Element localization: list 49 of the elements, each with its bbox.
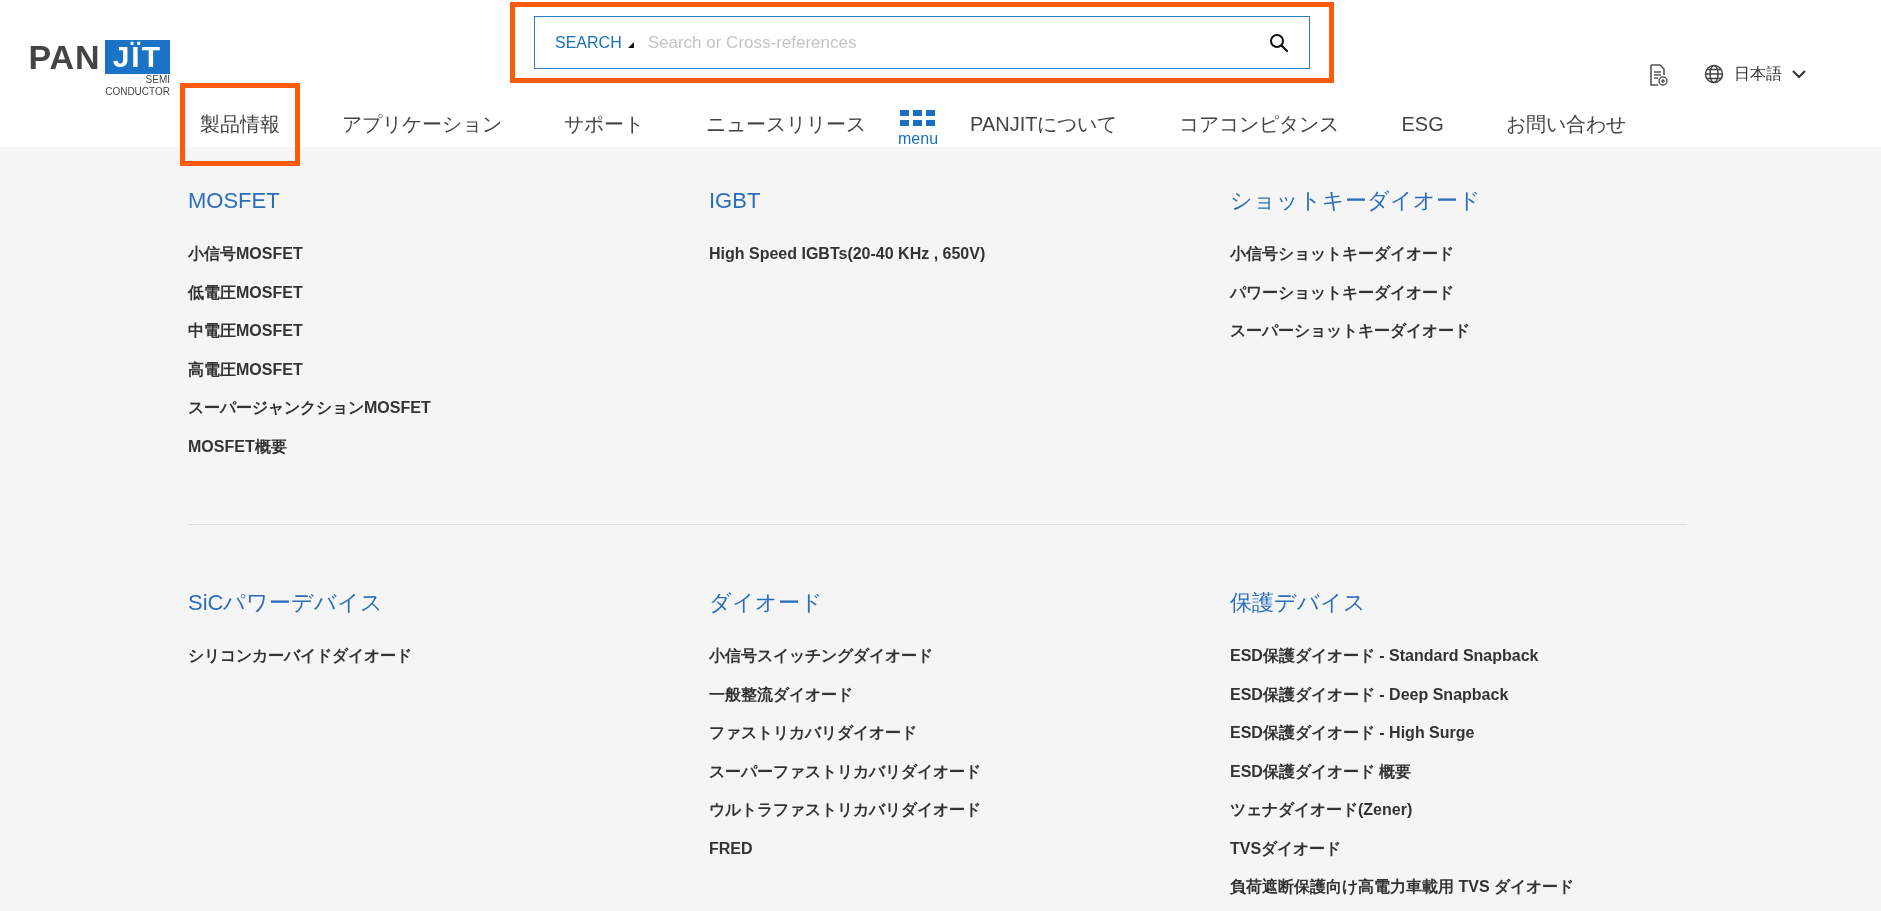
category-link[interactable]: 中電圧MOSFET <box>188 320 303 342</box>
nav-link[interactable]: 製品情報 <box>180 83 300 166</box>
category-link[interactable]: ESD保護ダイオード 概要 <box>1230 760 1412 783</box>
category-link[interactable]: ESD保護ダイオード - High Surge <box>1230 722 1475 744</box>
nav-link[interactable]: コアコンピタンス <box>1159 83 1360 166</box>
language-selector[interactable]: 日本語 <box>1704 63 1806 85</box>
globe-icon <box>1704 64 1724 84</box>
grid-icon <box>900 109 936 126</box>
category-heading[interactable]: ショットキーダイオード <box>1230 187 1481 215</box>
category-link[interactable]: 負荷遮断保護向け高電力車載用 TVS ダイオード <box>1230 876 1574 898</box>
chevron-down-icon <box>1792 69 1806 79</box>
category-heading[interactable]: MOSFET <box>188 187 280 215</box>
category-link[interactable]: 小信号MOSFET <box>188 243 303 265</box>
caret-icon <box>627 41 634 48</box>
category-link[interactable]: シリコンカーバイドダイオード <box>188 645 412 667</box>
category-link[interactable]: パワーショットキーダイオード <box>1230 281 1454 304</box>
category-link[interactable]: MOSFET概要 <box>188 435 287 458</box>
search-icon[interactable] <box>1269 32 1289 53</box>
category-link[interactable]: 低電圧MOSFET <box>188 281 303 304</box>
category-link[interactable]: 高電圧MOSFET <box>188 358 303 381</box>
search-input[interactable]: Search or Cross-references <box>645 31 1269 54</box>
nav-link[interactable]: アプリケーション <box>322 83 522 166</box>
document-add-icon[interactable] <box>1650 64 1668 86</box>
company-logo[interactable]: PAN JÏT SEMI CONDUCTOR <box>16 40 170 102</box>
category-heading[interactable]: ダイオード <box>709 589 823 617</box>
category-link[interactable]: 小信号スイッチングダイオード <box>709 645 933 667</box>
menu-button[interactable]: menu <box>898 109 939 148</box>
nav-link[interactable]: PANJITについて <box>950 83 1138 166</box>
category-link[interactable]: TVSダイオード <box>1230 837 1342 860</box>
category-heading[interactable]: IGBT <box>709 187 761 215</box>
nav-link[interactable]: サポート <box>544 83 664 166</box>
category-link[interactable]: ツェナダイオード(Zener) <box>1230 799 1413 821</box>
category-link[interactable]: FRED <box>709 837 753 860</box>
category-link[interactable]: High Speed IGBTs(20-40 KHz , 650V) <box>709 243 986 265</box>
category-link[interactable]: スーパージャンクションMOSFET <box>188 397 431 419</box>
category-link[interactable]: スーパーファストリカバリダイオード <box>709 760 981 783</box>
category-link[interactable]: ファストリカバリダイオード <box>709 722 917 744</box>
search-field[interactable]: SEARCH Search or Cross-references <box>534 16 1310 69</box>
nav-link[interactable]: ニュースリリース <box>686 83 886 166</box>
category-link[interactable]: スーパーショットキーダイオード <box>1230 320 1470 342</box>
category-link[interactable]: 小信号ショットキーダイオード <box>1230 243 1454 265</box>
category-heading[interactable]: 保護デバイス <box>1230 589 1366 617</box>
nav-link[interactable]: お問い合わせ <box>1485 83 1646 166</box>
category-link[interactable]: ESD保護ダイオード - Deep Snapback <box>1230 683 1509 706</box>
category-heading[interactable]: SiCパワーデバイス <box>188 589 384 617</box>
nav-link[interactable]: ESG <box>1381 83 1464 166</box>
category-link[interactable]: 一般整流ダイオード <box>709 683 853 706</box>
category-link[interactable]: ESD保護ダイオード - Standard Snapback <box>1230 645 1539 667</box>
category-link[interactable]: ウルトラファストリカバリダイオード <box>709 799 981 821</box>
